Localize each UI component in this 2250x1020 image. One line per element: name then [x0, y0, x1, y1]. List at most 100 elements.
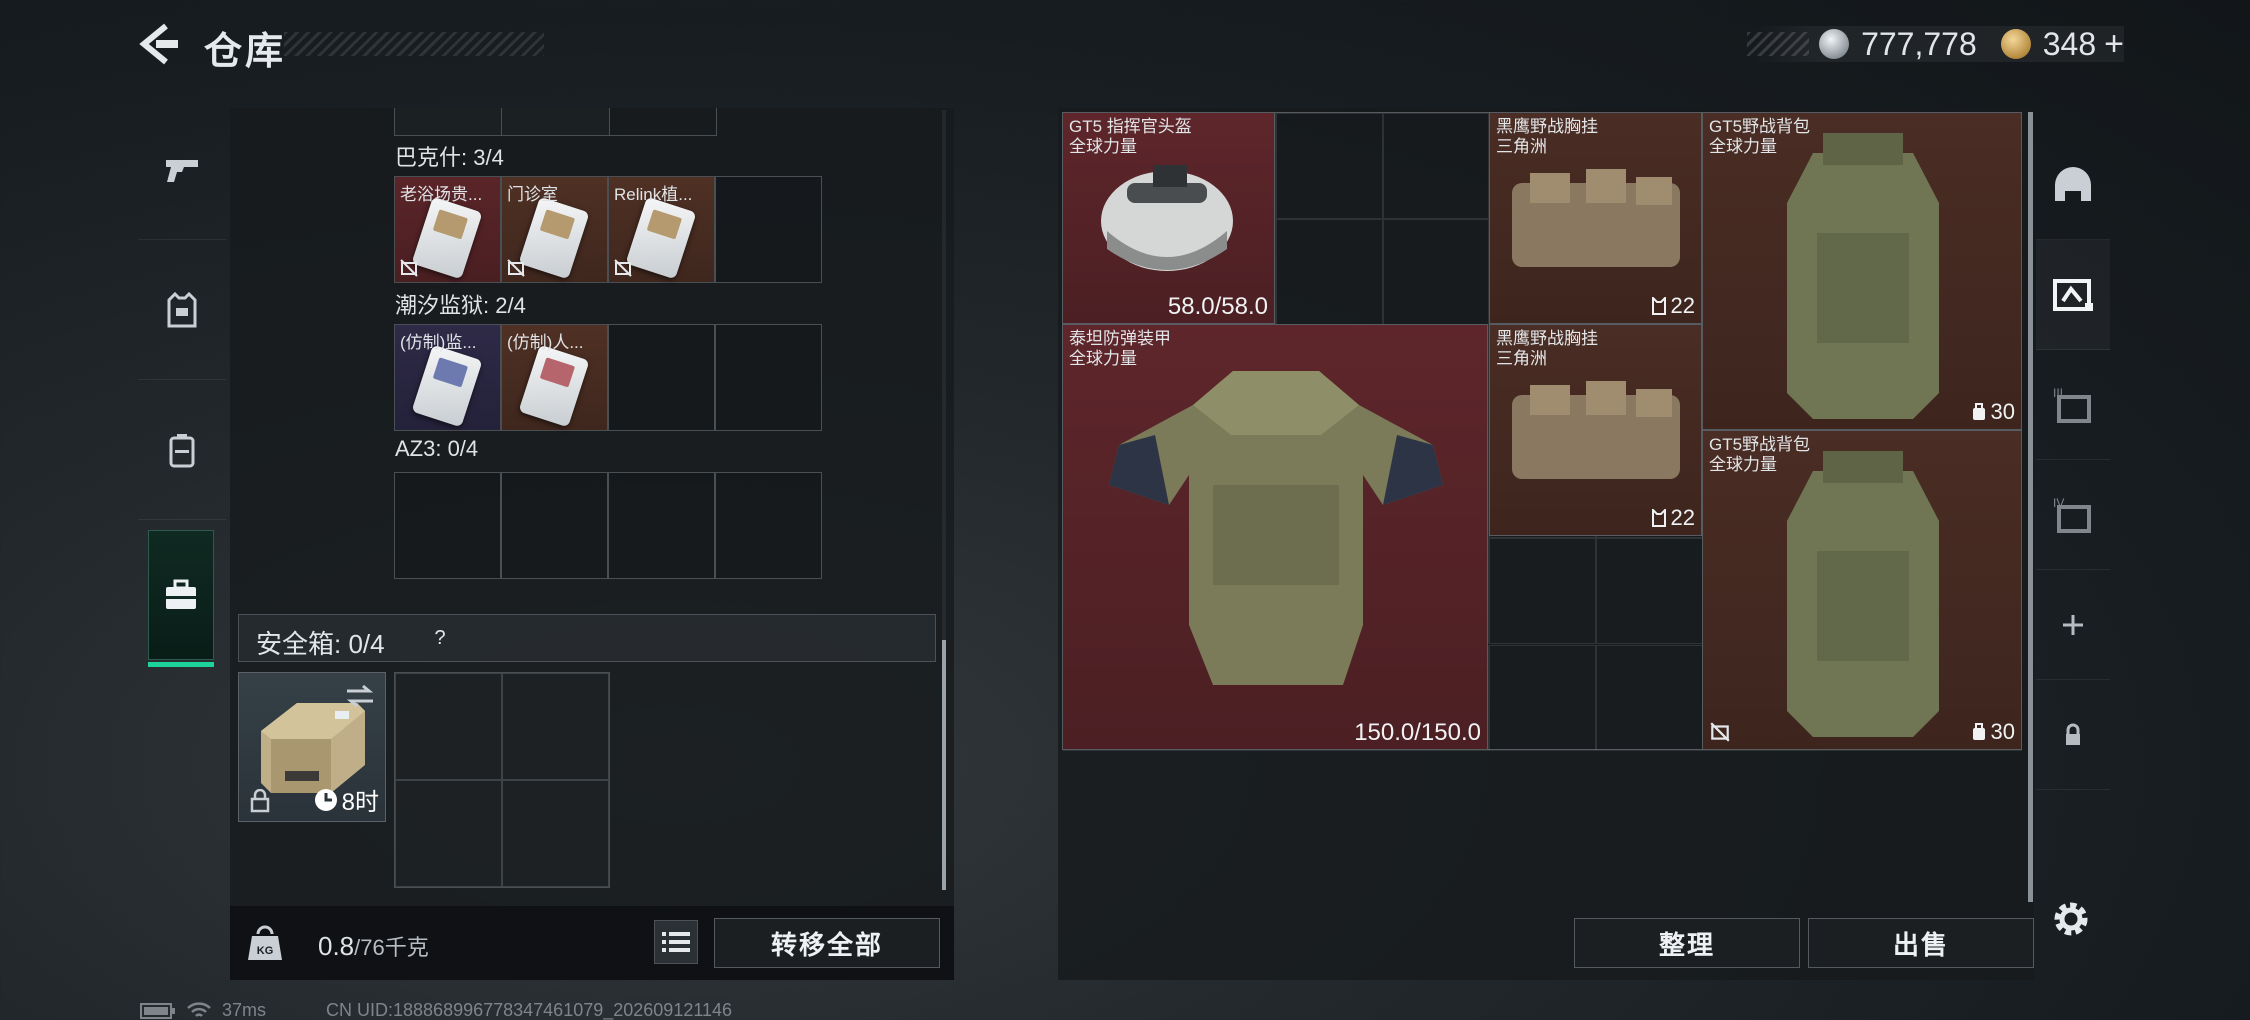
item-name-line: GT5野战背包	[1709, 117, 1811, 136]
svg-text:KG: KG	[257, 945, 274, 957]
key-card-icon	[625, 196, 697, 280]
no-trade-icon	[614, 259, 632, 277]
chest-rig-icon	[1651, 509, 1666, 527]
tab-stash-page-3[interactable]: III	[2036, 350, 2110, 460]
key-card-slot[interactable]: (仿制)监...	[394, 324, 501, 431]
capacity-value: 30	[1990, 399, 2015, 424]
item-name: 黑鹰野战胸挂 三角洲	[1496, 329, 1598, 369]
empty-key-slot[interactable]	[715, 472, 822, 579]
key-card-icon	[411, 196, 483, 280]
item-faction-line: 全球力量	[1069, 137, 1137, 156]
item-name-line: GT5野战背包	[1709, 435, 1811, 454]
tab-locked-page[interactable]	[2036, 680, 2110, 790]
backpack-icon	[1972, 403, 1985, 420]
stash-item-rig1[interactable]: 黑鹰野战胸挂 三角洲 22	[1489, 112, 1702, 324]
inventory-scroll-thumb[interactable]	[942, 640, 946, 890]
tab-stash-page-2[interactable]	[2036, 240, 2110, 350]
safe-box-item[interactable]: 8时	[238, 672, 386, 822]
empty-key-slot[interactable]	[501, 472, 608, 579]
tab-equipment[interactable]	[2036, 130, 2110, 240]
transfer-all-button[interactable]: 转移全部	[714, 918, 940, 968]
key-card-slot[interactable]: (仿制)人...	[501, 324, 608, 431]
battery-icon	[140, 1002, 175, 1019]
stash-cell[interactable]	[1382, 219, 1490, 326]
key-card-icon	[518, 196, 590, 280]
stash-cell[interactable]	[1382, 113, 1490, 220]
back-arrow-icon[interactable]	[136, 22, 180, 66]
silver-amount: 777,778	[1861, 25, 1977, 62]
stash-item-helmet[interactable]: GT5 指挥官头盔 全球力量 58.0/58.0	[1062, 112, 1275, 324]
scrolled-row	[501, 108, 717, 136]
capacity-readout: 22	[1651, 293, 1695, 319]
stash-item-armor[interactable]: 泰坦防弹装甲 全球力量 150.0/150.0	[1062, 324, 1488, 750]
weight-value: 0.8	[318, 931, 355, 961]
sell-button[interactable]: 出售	[1808, 918, 2034, 968]
empty-key-slot[interactable]	[715, 176, 822, 283]
no-trade-icon	[1710, 722, 1730, 742]
tab-weapons[interactable]	[138, 100, 226, 240]
silver-coin-icon	[1819, 29, 1850, 59]
sort-button[interactable]: 整理	[1574, 918, 1800, 968]
stash-scrollbar[interactable]	[2028, 112, 2033, 902]
list-view-button[interactable]	[654, 920, 698, 964]
empty-key-slot[interactable]	[608, 324, 715, 431]
safe-slot[interactable]	[502, 780, 609, 887]
stash-item-pack2[interactable]: GT5野战背包 全球力量 30	[1702, 430, 2022, 750]
safe-box-label: 安全箱: 0/4	[256, 629, 385, 659]
weight-capacity: /76千克	[354, 935, 429, 960]
stash-cell[interactable]	[1596, 538, 1703, 645]
backpack-icon	[1972, 723, 1985, 740]
wifi-icon	[187, 1001, 211, 1017]
tab-armor[interactable]	[138, 240, 226, 380]
key-card-slot[interactable]: 门诊室	[501, 176, 608, 283]
swap-icon[interactable]	[345, 683, 375, 709]
stash-cell[interactable]	[1596, 644, 1703, 751]
currency-decoration	[1747, 32, 1810, 56]
add-currency-button[interactable]: +	[2104, 25, 2124, 64]
stash-cell[interactable]	[1276, 219, 1383, 326]
empty-key-slot[interactable]	[608, 472, 715, 579]
vest-icon	[167, 291, 197, 327]
stash-cell[interactable]	[1276, 113, 1383, 220]
gear-icon[interactable]	[2048, 896, 2094, 942]
capacity-readout: 22	[1651, 505, 1695, 531]
stash-item-pack1[interactable]: GT5野战背包 全球力量 30	[1702, 112, 2022, 430]
item-faction-line: 全球力量	[1709, 137, 1777, 156]
lock-icon	[250, 789, 270, 813]
key-card-slot[interactable]: Relink植...	[608, 176, 715, 283]
safe-box-grid	[394, 672, 610, 888]
no-trade-icon	[507, 259, 525, 277]
pack1-image	[1787, 133, 1939, 419]
helmet-icon	[2055, 166, 2091, 201]
item-name-line: GT5 指挥官头盔	[1069, 117, 1192, 136]
tab-keys[interactable]	[148, 530, 214, 667]
safe-timer: 8时	[314, 782, 379, 817]
item-name: 黑鹰野战胸挂 三角洲	[1496, 117, 1598, 157]
item-faction-line: 三角洲	[1496, 137, 1547, 156]
stash-cell[interactable]	[1489, 538, 1596, 645]
list-icon	[662, 932, 690, 952]
item-name: 泰坦防弹装甲 全球力量	[1069, 329, 1171, 369]
safe-slot[interactable]	[502, 673, 609, 780]
tab-backpacks[interactable]	[138, 380, 226, 520]
empty-key-slot[interactable]	[394, 472, 501, 579]
durability-value: 150.0/150.0	[1354, 719, 1481, 746]
safe-box-help-button[interactable]: ?	[426, 624, 454, 652]
lock-icon	[2066, 723, 2080, 745]
capacity-readout: 30	[1971, 719, 2015, 745]
key-group-label: 潮汐监狱: 2/4	[395, 293, 526, 318]
backpack-icon	[169, 433, 195, 467]
stash-item-rig2[interactable]: 黑鹰野战胸挂 三角洲 22	[1489, 324, 1702, 536]
stash-cell[interactable]	[1489, 644, 1596, 751]
tab-stash-page-4[interactable]: IV	[2036, 460, 2110, 570]
safe-slot[interactable]	[395, 780, 502, 887]
title-decoration	[284, 32, 544, 56]
ping-text: 37ms	[222, 1000, 267, 1020]
key-card-slot[interactable]: 老浴场贵...	[394, 176, 501, 283]
empty-key-slot[interactable]	[715, 324, 822, 431]
page-title: 仓库	[204, 31, 287, 73]
safe-slot[interactable]	[395, 673, 502, 780]
capacity-value: 22	[1670, 293, 1695, 318]
tab-add-page[interactable]	[2036, 570, 2110, 680]
durability-value: 58.0/58.0	[1167, 293, 1268, 320]
